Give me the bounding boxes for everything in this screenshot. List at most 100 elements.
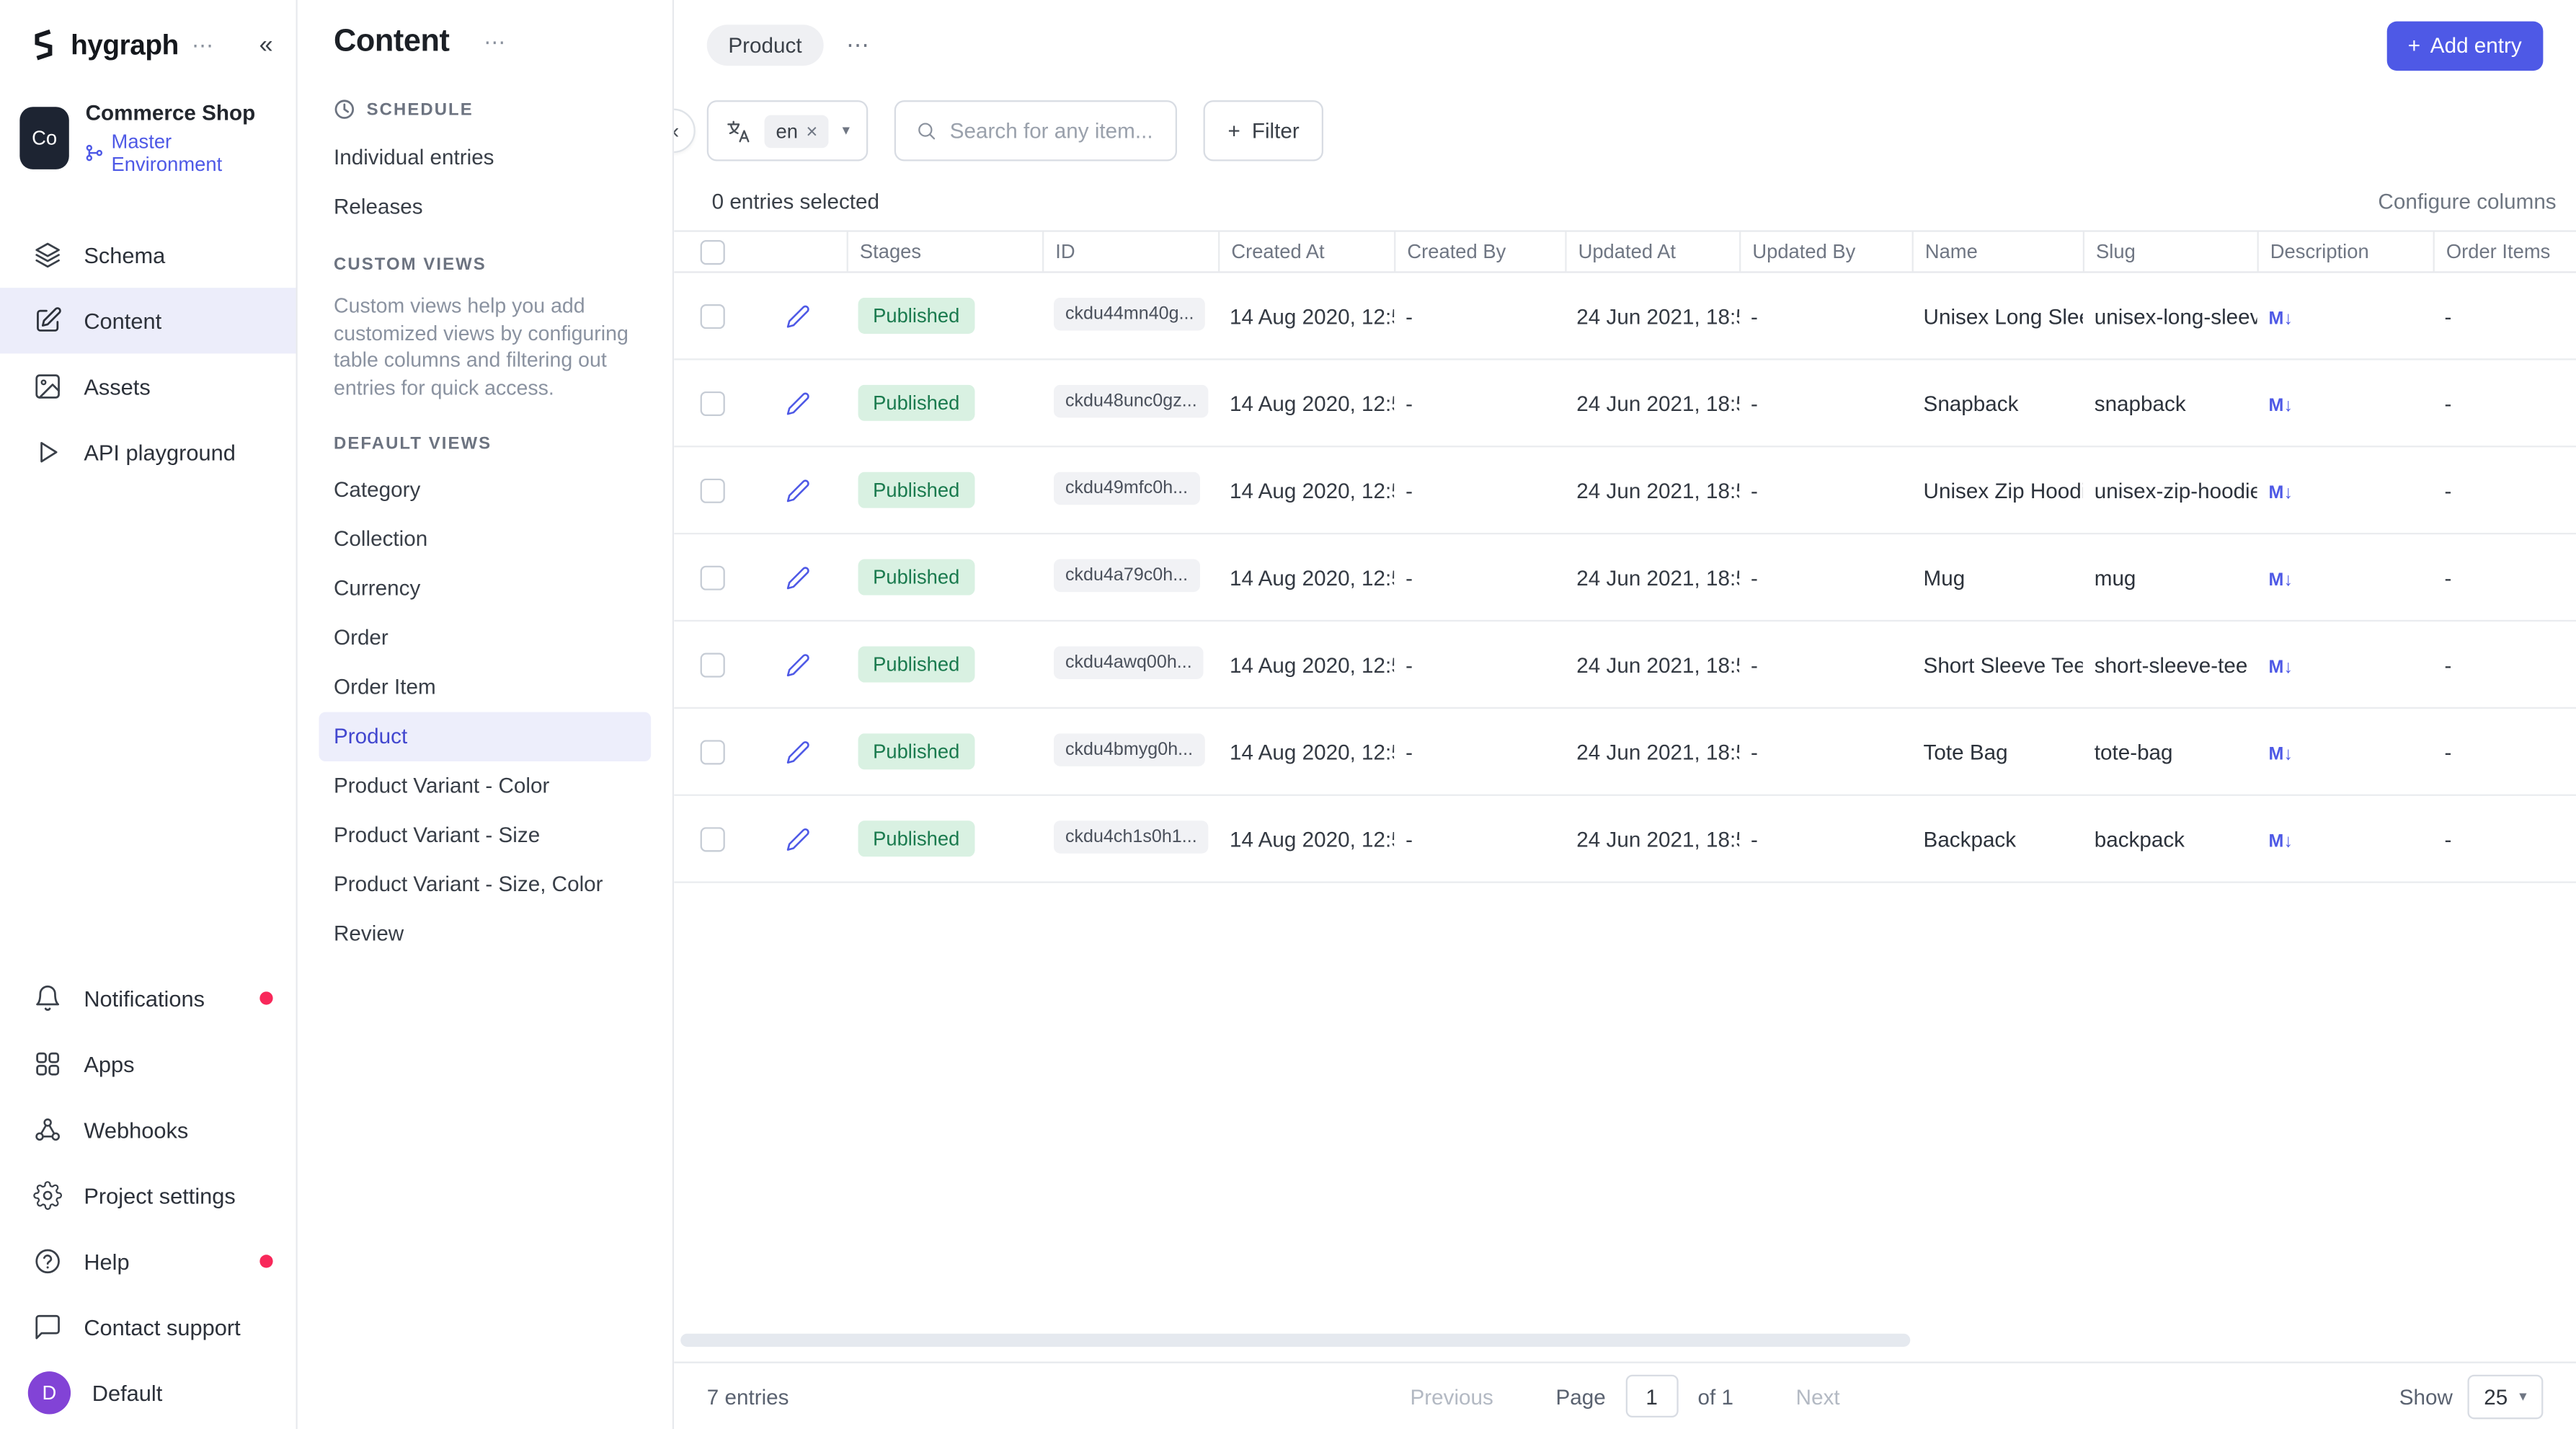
column-header-updated-by[interactable]: Updated By bbox=[1739, 232, 1911, 272]
search-input[interactable] bbox=[950, 118, 1155, 143]
hygraph-logo: hygraph bbox=[26, 26, 178, 63]
sidebar-item-api-playground[interactable]: API playground bbox=[0, 420, 296, 485]
sidebar-item-content[interactable]: Content bbox=[0, 288, 296, 353]
column-header-id[interactable]: ID bbox=[1042, 232, 1218, 272]
table-row[interactable]: Published ckdu44mn40g... 14 Aug 2020, 12… bbox=[674, 273, 2576, 360]
column-header-name[interactable]: Name bbox=[1912, 232, 2083, 272]
environment-row[interactable]: Master Environment bbox=[86, 130, 270, 176]
sidebar-item-schema[interactable]: Schema bbox=[0, 222, 296, 288]
row-checkbox[interactable] bbox=[701, 826, 725, 851]
column-header-stages[interactable]: Stages bbox=[847, 232, 1042, 272]
page-size-select[interactable]: 25 ▾ bbox=[2467, 1374, 2543, 1419]
table-row[interactable]: Published ckdu4ch1s0h1... 14 Aug 2020, 1… bbox=[674, 796, 2576, 883]
row-checkbox[interactable] bbox=[701, 478, 725, 503]
previous-page-button[interactable]: Previous bbox=[1410, 1384, 1493, 1408]
edit-entry-button[interactable] bbox=[785, 478, 809, 503]
edit-entry-button[interactable] bbox=[785, 826, 809, 851]
sidebar-item-default-user[interactable]: D Default bbox=[0, 1360, 296, 1425]
sidebar-item-notifications[interactable]: Notifications bbox=[0, 965, 296, 1031]
column-header-created-by[interactable]: Created By bbox=[1394, 232, 1565, 272]
view-chip[interactable]: Product bbox=[707, 25, 824, 66]
add-entry-button[interactable]: + Add entry bbox=[2386, 21, 2543, 70]
view-item-label: Product bbox=[334, 724, 407, 748]
topbar: Product ⋯ + Add entry bbox=[674, 0, 2576, 90]
created-at-value: 14 Aug 2020, 12:5 bbox=[1218, 565, 1394, 589]
filter-button[interactable]: + Filter bbox=[1203, 100, 1324, 161]
project-avatar: Co bbox=[19, 107, 68, 169]
stage-badge: Published bbox=[858, 646, 974, 682]
markdown-icon: M↓ bbox=[2269, 831, 2293, 851]
row-checkbox[interactable] bbox=[701, 565, 725, 589]
view-item[interactable]: Category bbox=[319, 464, 651, 513]
table-row[interactable]: Published ckdu4awq00h... 14 Aug 2020, 12… bbox=[674, 621, 2576, 709]
view-item[interactable]: Order Item bbox=[319, 662, 651, 711]
view-more-icon[interactable]: ⋯ bbox=[846, 31, 869, 59]
view-item[interactable]: Review bbox=[319, 908, 651, 957]
column-header-updated-at[interactable]: Updated At bbox=[1565, 232, 1739, 272]
sidebar-item-label: Content bbox=[84, 309, 161, 333]
sidebar-item-assets[interactable]: Assets bbox=[0, 353, 296, 419]
column-header-description[interactable]: Description bbox=[2257, 232, 2433, 272]
order-items-value: - bbox=[2433, 826, 2576, 851]
next-page-button[interactable]: Next bbox=[1796, 1384, 1840, 1408]
schedule-item-individual-entries[interactable]: Individual entries bbox=[298, 131, 672, 180]
horizontal-scrollbar[interactable] bbox=[680, 1334, 1910, 1347]
sidebar-item-help[interactable]: Help bbox=[0, 1229, 296, 1294]
locale-select[interactable]: en × ▾ bbox=[707, 100, 868, 161]
row-checkbox[interactable] bbox=[701, 304, 725, 328]
schedule-item-releases[interactable]: Releases bbox=[298, 181, 672, 230]
row-checkbox[interactable] bbox=[701, 739, 725, 764]
entries-count: 7 entries bbox=[707, 1384, 1085, 1408]
entry-slug: short-sleeve-tee bbox=[2083, 652, 2257, 676]
stage-badge: Published bbox=[858, 298, 974, 334]
select-all-checkbox[interactable] bbox=[701, 239, 725, 264]
sidebar-collapse-icon[interactable]: « bbox=[259, 31, 273, 59]
entry-id: ckdu4a79c0h... bbox=[1054, 558, 1199, 591]
table-row[interactable]: Published ckdu4a79c0h... 14 Aug 2020, 12… bbox=[674, 534, 2576, 621]
edit-entry-button[interactable] bbox=[785, 304, 809, 328]
edit-entry-button[interactable] bbox=[785, 652, 809, 676]
main-sidebar: hygraph ⋯ « Co Commerce Shop Master Envi… bbox=[0, 0, 298, 1429]
updated-at-value: 24 Jun 2021, 18:5 bbox=[1565, 565, 1739, 589]
created-by-value: - bbox=[1394, 565, 1565, 589]
page-number-input[interactable] bbox=[1625, 1375, 1678, 1417]
view-item[interactable]: Currency bbox=[319, 563, 651, 612]
column-header-created-at[interactable]: Created At bbox=[1218, 232, 1394, 272]
entry-slug: tote-bag bbox=[2083, 739, 2257, 764]
remove-locale-icon[interactable]: × bbox=[806, 119, 817, 142]
app-window: hygraph ⋯ « Co Commerce Shop Master Envi… bbox=[0, 0, 2576, 1429]
sidebar-item-webhooks[interactable]: Webhooks bbox=[0, 1097, 296, 1162]
view-item[interactable]: Collection bbox=[319, 514, 651, 563]
help-dot bbox=[259, 1255, 272, 1267]
panel-collapse-button[interactable]: « bbox=[674, 109, 696, 154]
updated-at-value: 24 Jun 2021, 18:5 bbox=[1565, 739, 1739, 764]
row-checkbox[interactable] bbox=[701, 391, 725, 415]
sidebar-item-project-settings[interactable]: Project settings bbox=[0, 1163, 296, 1229]
configure-columns-link[interactable]: Configure columns bbox=[2378, 188, 2556, 213]
sidebar-item-contact-support[interactable]: Contact support bbox=[0, 1294, 296, 1360]
schedule-heading-label: SCHEDULE bbox=[367, 99, 474, 119]
views-more-icon[interactable]: ⋯ bbox=[484, 30, 505, 56]
edit-entry-button[interactable] bbox=[785, 391, 809, 415]
row-checkbox[interactable] bbox=[701, 652, 725, 676]
sidebar-item-label: Webhooks bbox=[84, 1118, 188, 1142]
table-row[interactable]: Published ckdu49mfc0h... 14 Aug 2020, 12… bbox=[674, 447, 2576, 534]
updated-by-value: - bbox=[1739, 304, 1911, 328]
view-item[interactable]: Order bbox=[319, 613, 651, 662]
view-item[interactable]: Product Variant - Size, Color bbox=[319, 859, 651, 908]
table-row[interactable]: Published ckdu4bmyg0h... 14 Aug 2020, 12… bbox=[674, 709, 2576, 796]
table-row[interactable]: Published ckdu48unc0gz... 14 Aug 2020, 1… bbox=[674, 360, 2576, 447]
project-switcher[interactable]: Co Commerce Shop Master Environment bbox=[0, 74, 296, 176]
view-item[interactable]: Product Variant - Size bbox=[319, 810, 651, 859]
edit-entry-button[interactable] bbox=[785, 739, 809, 764]
view-item[interactable]: Product Variant - Color bbox=[319, 761, 651, 810]
sidebar-item-apps[interactable]: Apps bbox=[0, 1031, 296, 1097]
column-header-order-items[interactable]: Order Items bbox=[2433, 232, 2576, 272]
view-item[interactable]: Product bbox=[319, 711, 651, 760]
table-header: Stages ID Created At Created By Updated … bbox=[674, 230, 2576, 273]
stage-badge: Published bbox=[858, 559, 974, 595]
column-header-slug[interactable]: Slug bbox=[2083, 232, 2257, 272]
created-at-value: 14 Aug 2020, 12:5 bbox=[1218, 739, 1394, 764]
logo-more-icon[interactable]: ⋯ bbox=[192, 32, 213, 58]
edit-entry-button[interactable] bbox=[785, 565, 809, 589]
